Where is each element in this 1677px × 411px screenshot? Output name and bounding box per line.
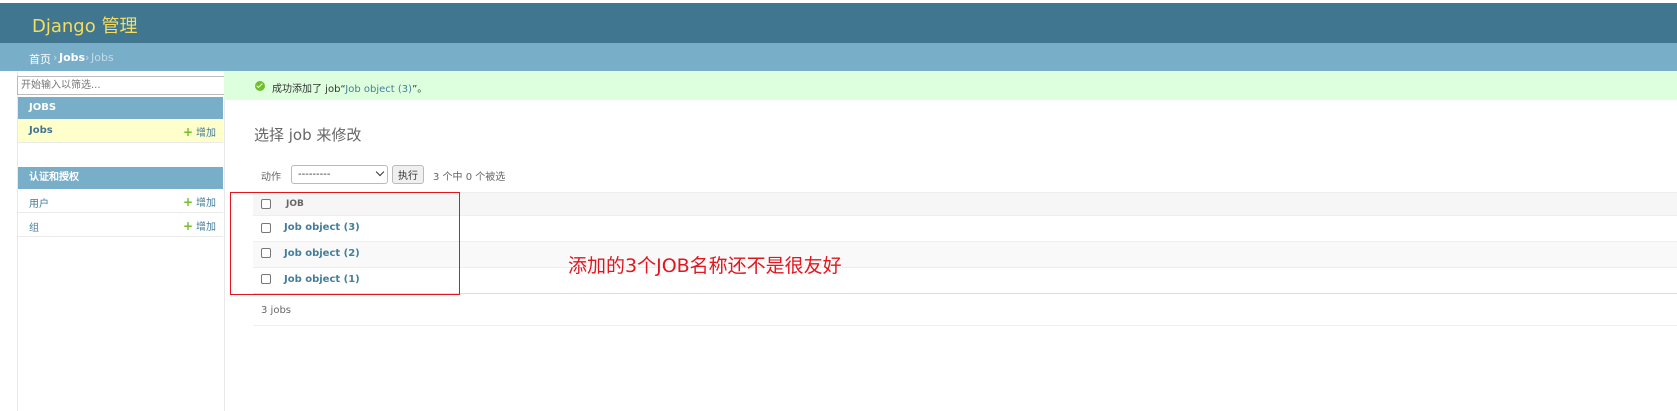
site-header: Django 管理 — [0, 3, 1677, 43]
table-row: Job object (1) — [253, 268, 1677, 294]
add-plus-icon: + — [182, 195, 193, 209]
table-header: JOB — [253, 192, 1677, 216]
sidebar-item-jobs-link[interactable]: Jobs — [29, 125, 53, 136]
action-select-value: --------- — [298, 169, 331, 180]
action-select[interactable]: --------- — [291, 165, 388, 184]
table-row: Job object (3) — [253, 216, 1677, 242]
module-caption-jobs[interactable]: JOBS — [18, 97, 223, 119]
breadcrumb-current: Jobs — [91, 51, 114, 64]
table-row: Job object (2) — [253, 242, 1677, 268]
success-message: 成功添加了 job“Job object (3)”。 — [224, 71, 1677, 100]
add-label: 增加 — [196, 222, 216, 233]
add-users-link[interactable]: + 增加 — [183, 194, 216, 209]
site-brand[interactable]: Django 管理 — [32, 12, 137, 38]
chevron-down-icon — [375, 167, 385, 177]
add-label: 增加 — [196, 198, 216, 209]
success-message-link[interactable]: Job object (3) — [345, 84, 412, 95]
add-label: 增加 — [196, 128, 216, 139]
breadcrumb-app[interactable]: Jobs — [59, 51, 85, 64]
action-counter: 3 个中 0 个被选 — [433, 172, 506, 183]
paginator: 3 jobs — [253, 293, 1677, 326]
nav-filter-input[interactable] — [17, 76, 227, 95]
go-button[interactable]: 执行 — [392, 165, 424, 184]
success-message-text: 成功添加了 job“Job object (3)”。 — [272, 84, 428, 95]
breadcrumb-separator: › — [85, 51, 90, 64]
sidebar-item-users-link[interactable]: 用户 — [29, 195, 49, 210]
add-groups-link[interactable]: + 增加 — [183, 218, 216, 233]
annotation-text: 添加的3个JOB名称还不是很友好 — [568, 255, 842, 277]
breadcrumb-home[interactable]: 首页 — [29, 53, 51, 66]
success-check-icon — [255, 81, 265, 91]
module-caption-auth[interactable]: 认证和授权 — [18, 167, 223, 189]
sidebar-item-jobs: Jobs + 增加 — [18, 119, 223, 143]
add-plus-icon: + — [182, 125, 193, 139]
breadcrumb-separator: › — [53, 51, 58, 64]
sidebar-item-groups-link[interactable]: 组 — [29, 219, 39, 234]
actions-label: 动作 — [261, 172, 281, 183]
breadcrumb: 首页 › Jobs › Jobs — [0, 43, 1677, 71]
add-jobs-link[interactable]: + 增加 — [183, 124, 216, 139]
sidebar-item-users: 用户 + 增加 — [18, 189, 223, 213]
page-title: 选择 job 来修改 — [254, 126, 362, 144]
add-plus-icon: + — [182, 219, 193, 233]
result-count: 3 jobs — [261, 305, 291, 316]
annotation-highlight-box — [230, 192, 460, 295]
sidebar-item-groups: 组 + 增加 — [18, 213, 223, 237]
